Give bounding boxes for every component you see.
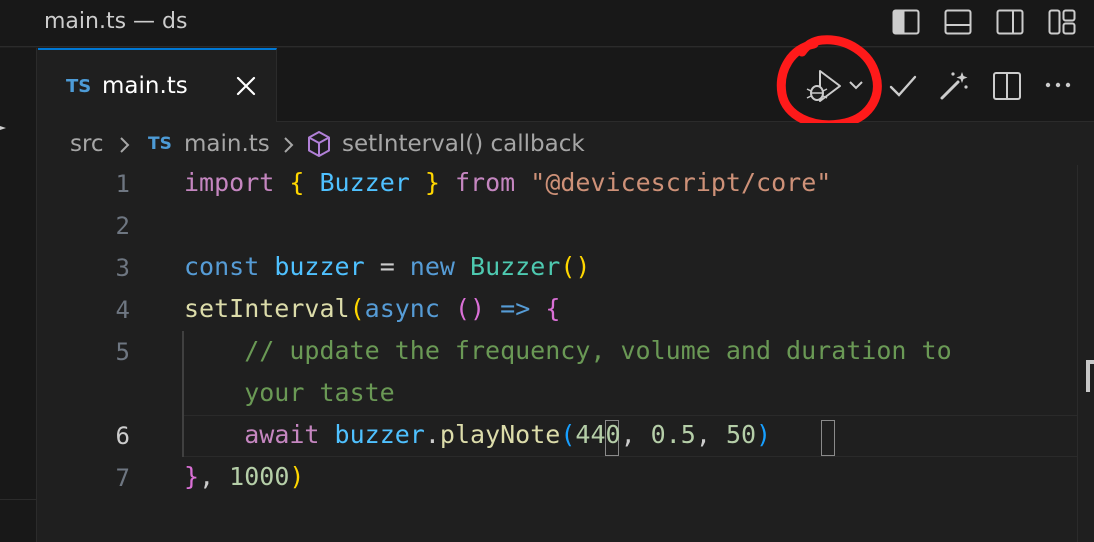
line-number: 4 xyxy=(115,296,130,324)
code-line[interactable]: 2 xyxy=(38,207,1078,249)
code-text: setInterval(async () => { xyxy=(184,294,560,323)
line-number: 3 xyxy=(115,254,130,282)
sidebar-divider xyxy=(0,499,36,500)
code-line[interactable]: your taste xyxy=(38,375,1078,417)
code-token: = xyxy=(364,252,410,281)
line-number: 2 xyxy=(115,212,130,240)
close-icon[interactable] xyxy=(234,74,258,98)
line-number: 1 xyxy=(115,170,130,198)
sidebar-edge xyxy=(0,48,37,542)
breadcrumb: src TS main.ts setInterval() callback xyxy=(38,123,1094,165)
magic-wand-icon[interactable] xyxy=(938,70,970,106)
code-token: 0.5 xyxy=(650,420,696,449)
symbol-method-icon xyxy=(308,131,330,157)
code-token: () xyxy=(454,294,486,323)
code-token: . xyxy=(424,420,440,449)
code-text: const buzzer = new Buzzer() xyxy=(184,252,590,281)
code-token: 1000 xyxy=(229,462,290,491)
code-token: setInterval xyxy=(184,294,350,323)
code-token: const xyxy=(184,252,260,281)
code-token: your taste xyxy=(184,378,395,407)
customize-layout-icon[interactable] xyxy=(1048,9,1076,35)
breadcrumb-symbol[interactable]: setInterval() callback xyxy=(342,131,585,157)
code-text: import { Buzzer } from "@devicescript/co… xyxy=(184,168,831,197)
editor-scrollbar[interactable] xyxy=(1077,165,1094,542)
more-actions-icon[interactable] xyxy=(1043,80,1073,116)
code-text: }, 1000) xyxy=(184,462,304,491)
check-icon[interactable] xyxy=(887,70,919,106)
split-editor-icon[interactable] xyxy=(992,71,1022,107)
code-token: { xyxy=(289,168,305,197)
line-number: 5 xyxy=(115,338,130,366)
code-line[interactable]: 3 const buzzer = new Buzzer() xyxy=(38,249,1078,291)
chevron-right-icon xyxy=(120,137,130,153)
code-token: ) xyxy=(289,462,305,491)
code-token: import xyxy=(184,168,275,197)
annotation-circle xyxy=(776,35,882,130)
code-token: => xyxy=(500,294,531,323)
code-token: ) xyxy=(756,420,772,449)
code-line[interactable]: 6 await buzzer.playNote(440, 0.5, 50) xyxy=(38,417,1078,459)
code-token: Buzzer xyxy=(304,168,425,197)
code-token: Buzzer xyxy=(470,252,561,281)
code-token: 440 xyxy=(575,420,621,449)
code-token: "@devicescript/core" xyxy=(530,168,832,197)
toggle-panel-icon[interactable] xyxy=(944,9,972,35)
chevron-right-icon xyxy=(284,137,294,153)
tab-label: main.ts xyxy=(102,73,188,99)
code-token: await xyxy=(244,420,320,449)
code-line[interactable]: 7}, 1000) xyxy=(38,459,1078,501)
code-token: } xyxy=(184,462,200,491)
code-token: { xyxy=(545,294,561,323)
breadcrumb-file[interactable]: main.ts xyxy=(184,131,270,157)
code-editor[interactable]: 1 import { Buzzer } from "@devicescript/c… xyxy=(38,165,1078,542)
code-token: ( xyxy=(349,294,365,323)
toggle-primary-sidebar-icon[interactable] xyxy=(892,9,920,35)
editor-tab-bar: TS main.ts xyxy=(38,48,1094,122)
sidebar-chevron-icon xyxy=(0,126,6,130)
code-token: // update the frequency, volume and dura… xyxy=(184,336,952,365)
code-token: buzzer xyxy=(274,252,365,281)
title-bar: main.ts — ds xyxy=(0,0,1094,47)
typescript-file-icon: TS xyxy=(148,134,172,154)
code-token: from xyxy=(454,168,516,197)
code-token: playNote xyxy=(439,420,561,449)
code-token: async xyxy=(364,294,440,323)
scrollbar-marker xyxy=(1086,364,1090,392)
window-title: main.ts — ds xyxy=(44,9,188,34)
code-token: buzzer xyxy=(334,420,425,449)
code-text: // update the frequency, volume and dura… xyxy=(184,336,952,365)
code-token: , xyxy=(199,462,230,491)
code-token: new xyxy=(409,252,455,281)
code-text: your taste xyxy=(184,378,395,407)
code-token: } xyxy=(424,168,440,197)
code-token: 50 xyxy=(725,420,757,449)
line-number: 7 xyxy=(115,464,130,492)
code-token: () xyxy=(560,252,591,281)
code-line[interactable]: 4 setInterval(async () => { xyxy=(38,291,1078,333)
tab-main-ts[interactable]: TS main.ts xyxy=(38,48,277,122)
typescript-file-icon: TS xyxy=(66,76,92,97)
code-line[interactable]: 1 import { Buzzer } from "@devicescript/c… xyxy=(38,165,1078,207)
code-token: , xyxy=(620,420,651,449)
code-text: await buzzer.playNote(440, 0.5, 50) xyxy=(184,420,771,449)
code-token: ( xyxy=(560,420,576,449)
code-line[interactable]: 5 // update the frequency, volume and du… xyxy=(38,333,1078,375)
code-token: , xyxy=(695,420,726,449)
toggle-secondary-sidebar-icon[interactable] xyxy=(996,9,1024,35)
breadcrumb-folder[interactable]: src xyxy=(70,131,104,157)
line-number: 6 xyxy=(115,422,130,450)
